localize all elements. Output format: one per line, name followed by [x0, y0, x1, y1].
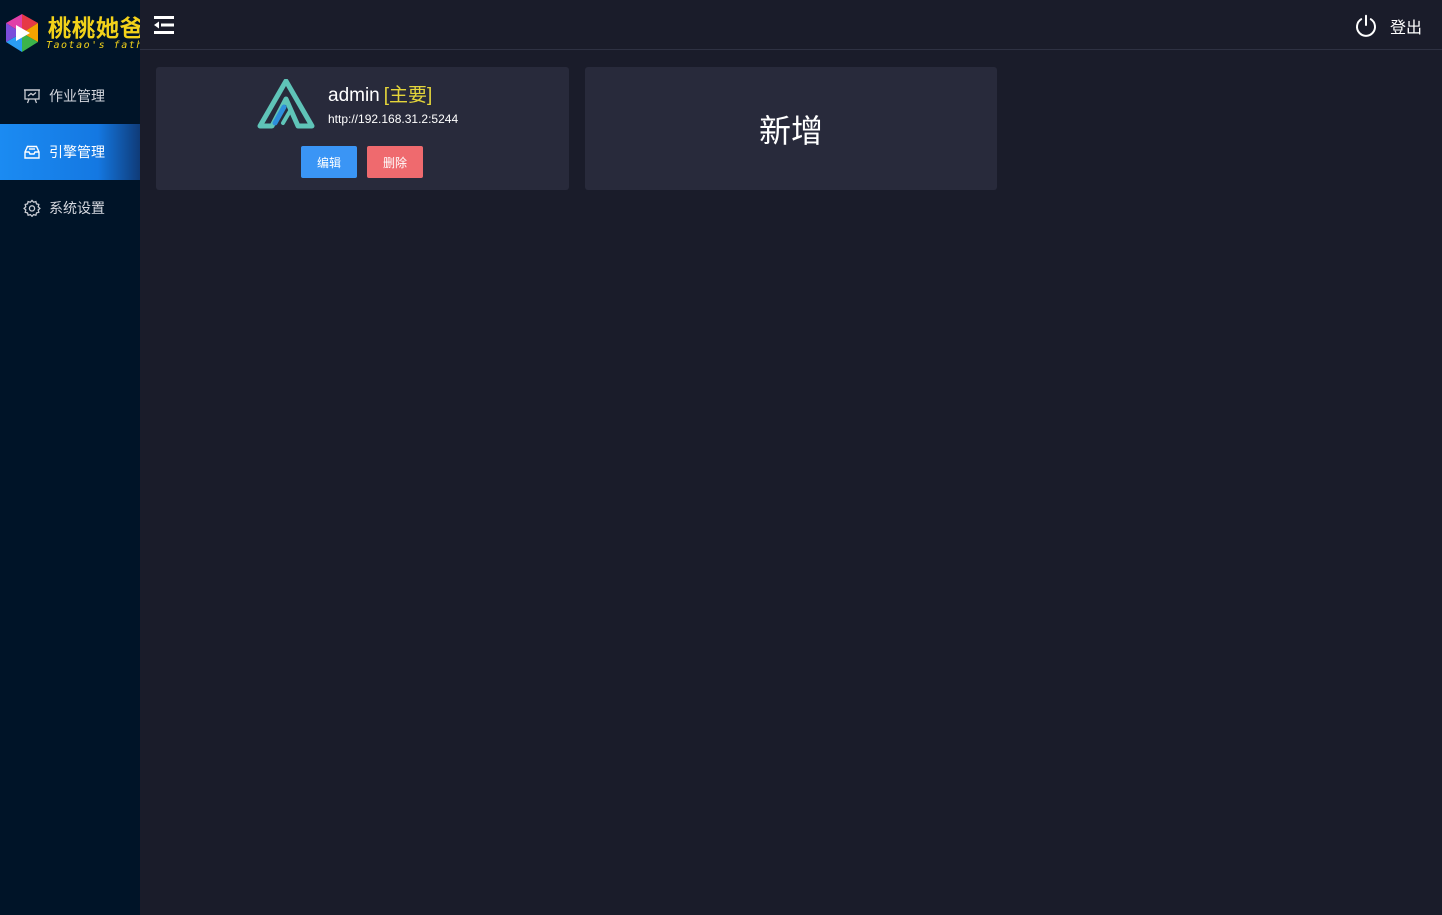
- menu-collapse-icon: [154, 16, 174, 34]
- gear-icon: [23, 199, 41, 217]
- sidebar: 桃桃她爸 Taotao's father 作业管理 引擎管理 系统设置: [0, 0, 157, 915]
- engine-card: admin [主要] http://192.168.31.2:5244 编辑 删除: [156, 67, 569, 190]
- sidebar-item-label: 系统设置: [49, 200, 105, 216]
- power-icon: [1356, 14, 1376, 37]
- inbox-tray-icon: [23, 143, 41, 161]
- engine-url: http://192.168.31.2:5244: [328, 112, 459, 126]
- sidebar-item-label: 作业管理: [49, 88, 105, 104]
- logout-label: 登出: [1389, 20, 1422, 37]
- engine-name: admin [主要]: [328, 80, 432, 107]
- alist-logo-icon: [257, 79, 315, 129]
- sidebar-item-jobs[interactable]: 作业管理: [0, 68, 140, 124]
- add-engine-label: 新增: [758, 112, 823, 149]
- app-logo[interactable]: 桃桃她爸 Taotao's father: [0, 0, 157, 52]
- engine-primary-tag: [主要]: [383, 85, 433, 106]
- engine-name-text: admin: [328, 85, 380, 106]
- edit-button[interactable]: 编辑: [301, 146, 357, 178]
- app-logo-icon: [6, 14, 38, 52]
- app-title-cn: 桃桃她爸: [48, 15, 144, 41]
- sidebar-menu: 作业管理 引擎管理 系统设置: [0, 68, 140, 236]
- add-engine-card[interactable]: 新增: [585, 67, 997, 190]
- logout-button[interactable]: 登出: [1354, 13, 1422, 39]
- menu-collapse-button[interactable]: [154, 15, 176, 35]
- top-bar: 登出: [140, 0, 1442, 50]
- sidebar-item-settings[interactable]: 系统设置: [0, 180, 140, 236]
- sidebar-item-label: 引擎管理: [49, 144, 105, 160]
- presentation-board-icon: [23, 87, 41, 105]
- sidebar-item-engines[interactable]: 引擎管理: [0, 124, 140, 180]
- delete-button[interactable]: 删除: [367, 146, 423, 178]
